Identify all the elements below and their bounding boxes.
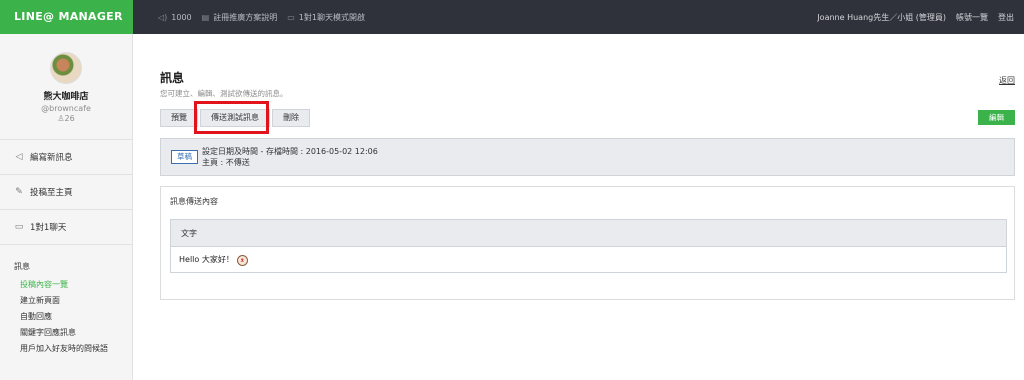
status-badge: 草稿 [171,150,198,164]
top-bar: LINE@ MANAGER ◁) 1000 ▤ 註冊推廣方案說明 ▭ 1對1聊天… [0,0,1024,34]
logout-link[interactable]: 登出 [998,12,1014,23]
accounts-link[interactable]: 帳號一覽 [956,12,988,23]
shop-id: @browncafe [41,104,91,113]
sidebar-item-label: 1對1聊天 [30,223,67,233]
top-nav-promo[interactable]: ▤ 註冊推廣方案說明 [202,12,278,23]
sidebar-item-greeting[interactable]: 用戶加入好友時的問候語 [20,344,132,354]
page-title: 訊息 [160,71,185,85]
edit-icon: ✎ [15,187,23,197]
profile: 熊大咖啡店 @browncafe ♙26 [0,34,132,140]
promo-link: 註冊推廣方案說明 [213,12,278,22]
sticker-icon: ᴥ [236,254,248,266]
user-name[interactable]: Joanne Huang先生／小姐 (管理員) [817,12,946,23]
chat-mode-link: 1對1聊天模式開啟 [298,12,365,22]
status-text: 設定日期及時間 - 存檔時間 : 2016-05-02 12:06 主頁 : 不… [202,146,378,168]
top-nav-chat-mode[interactable]: ▭ 1對1聊天模式開啟 [287,12,365,23]
megaphone-icon: ◁) [158,12,168,22]
megaphone-icon: ◁ [15,152,23,162]
sidebar-item-post-list[interactable]: 投稿內容一覽 [20,280,132,290]
top-nav-friends[interactable]: ◁) 1000 [158,13,192,22]
friend-count: ♙26 [0,114,132,123]
preview-button[interactable]: 預覽 [160,109,198,127]
sidebar-item-label: 投稿至主頁 [30,188,73,198]
sidebar-item-new-message[interactable]: ◁ 編寫新訊息 [0,140,132,175]
status-box: 草稿 設定日期及時間 - 存檔時間 : 2016-05-02 12:06 主頁 … [160,138,1015,176]
table-header: 文字 [171,220,1006,247]
sidebar-item-chat[interactable]: ▭ 1對1聊天 [0,210,132,245]
message-content-box: 訊息傳送內容 文字 Hello 大家好！ ᴥ [160,186,1015,300]
message-table: 文字 Hello 大家好！ ᴥ [170,219,1007,273]
sidebar-item-label: 編寫新訊息 [30,153,73,163]
app-logo[interactable]: LINE@ MANAGER [0,0,133,34]
status-line-schedule: 設定日期及時間 - 存檔時間 : 2016-05-02 12:06 [202,147,378,156]
chat-icon: ▭ [287,12,295,22]
sidebar-item-keyword-reply[interactable]: 關鍵字回應訊息 [20,328,132,338]
message-text: Hello 大家好！ [179,255,234,264]
sidebar-item-new-page[interactable]: 建立新頁面 [20,296,132,306]
document-icon: ▤ [201,12,210,22]
sidebar-item-auto-reply[interactable]: 自動回應 [20,312,132,322]
sidebar: 熊大咖啡店 @browncafe ♙26 ◁ 編寫新訊息 ✎ 投稿至主頁 ▭ 1… [0,34,133,380]
top-nav: ◁) 1000 ▤ 註冊推廣方案說明 ▭ 1對1聊天模式開啟 [158,0,365,34]
shop-name: 熊大咖啡店 [43,92,89,102]
delete-button[interactable]: 刪除 [272,109,310,127]
avatar [50,52,82,84]
top-right: Joanne Huang先生／小姐 (管理員) 帳號一覽 登出 [817,0,1014,34]
sidebar-section-messages: 訊息 投稿內容一覽 建立新頁面 自動回應 關鍵字回應訊息 用戶加入好友時的問候語 [0,245,132,354]
table-row: Hello 大家好！ ᴥ [171,247,1006,273]
content-heading: 訊息傳送內容 [170,197,218,206]
section-heading: 訊息 [14,262,30,271]
edit-button[interactable]: 編輯 [978,110,1015,125]
chat-icon: ▭ [14,222,24,232]
friends-count: 1000 [171,12,192,22]
back-link[interactable]: 返回 [999,75,1015,86]
status-line-home: 主頁 : 不傳送 [202,158,250,167]
sidebar-item-post-home[interactable]: ✎ 投稿至主頁 [0,175,132,210]
page-subtitle: 您可建立、編輯、測試欲傳送的訊息。 [160,89,288,98]
highlight-box [194,101,269,134]
friend-count-value: 26 [64,114,75,123]
